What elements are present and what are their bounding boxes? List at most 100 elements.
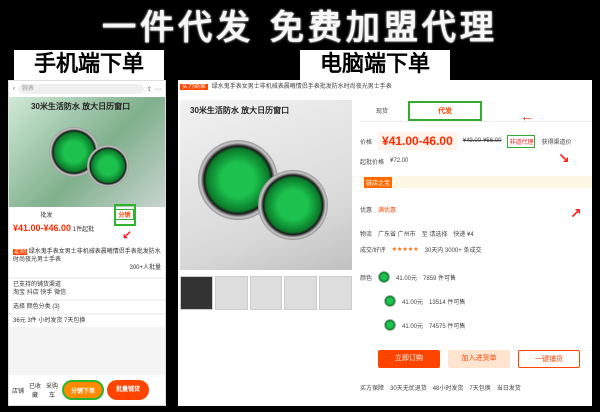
share-icon[interactable]: ⇪ — [147, 86, 152, 93]
fav-button[interactable]: 已收藏 — [28, 381, 42, 399]
back-icon[interactable]: ‹ — [13, 86, 15, 92]
order-now-button[interactable]: 立即订购 — [378, 350, 440, 368]
sku-price: 41.00元 — [402, 323, 424, 330]
sku-stock: 74575 件可售 — [429, 323, 466, 330]
watch-image — [258, 170, 328, 240]
mobile-screenshot: ‹ 腕表 ⇪ ⋯ 30米生活防水 放大日历窗口 批发 分销 ¥41.00-¥46… — [8, 80, 166, 406]
sku-row[interactable]: 41.00元 13514 件可售 — [360, 290, 592, 312]
mobile-channels: 已支持的铺货渠道 淘宝 抖店 快手 微信 — [9, 279, 165, 299]
cart-button[interactable]: 采购车 — [45, 381, 59, 399]
tab-dropship[interactable]: 代发 — [408, 100, 483, 121]
channel-taobao[interactable]: 淘宝 — [13, 290, 25, 296]
ship-label: 物流 — [360, 231, 373, 238]
mobile-sku-section[interactable]: 选择 颜色分类 (3) — [9, 301, 165, 313]
rating-label: 成交/好评 — [360, 247, 386, 254]
promo-header: 一件代发 免费加盟代理 — [0, 0, 600, 48]
agent-note: 获得渠道价 — [541, 139, 572, 146]
pc-badge: 实力商家 — [180, 84, 209, 90]
add-to-cart-button[interactable]: 加入进货单 — [448, 350, 510, 368]
service-item: 当日发货 — [496, 385, 521, 392]
pc-old-price: ¥49.00-¥56.00 — [462, 138, 502, 144]
thumbnail[interactable] — [319, 276, 352, 310]
video-thumbnail[interactable] — [180, 276, 213, 310]
highlight-box — [114, 204, 136, 226]
one-click-distribute-button[interactable]: 一键铺货 — [518, 350, 580, 368]
sku-swatch-icon — [384, 319, 396, 331]
pc-promo-row: 优惠 满优惠 — [360, 204, 592, 214]
arrow-icon: ↙ — [122, 228, 133, 242]
mobile-price: ¥41.00-¥46.00 — [13, 223, 72, 233]
channel-douyin[interactable]: 抖店 — [27, 290, 39, 296]
mobile-price-block: ¥41.00-¥46.00 1件起批 — [9, 221, 165, 247]
pc-screenshot: 实力商家 绿水鬼手表女男士非机械表晨曦情侣手表批发防水时尚夜光男士手表 30米生… — [178, 80, 592, 406]
channels-title: 已支持的铺货渠道 — [13, 282, 62, 288]
mobile-title-block: 定制 绿水鬼手表女男士非机械表晨曦情侣手表批发防水时尚夜光男士手表 300+人批… — [9, 247, 165, 277]
tab-wholesale[interactable]: 批发 — [40, 210, 52, 219]
arrow-icon: ↘ — [558, 150, 570, 166]
sku-row[interactable]: 41.00元 74575 件可售 — [360, 314, 592, 336]
mobile-tabs: 批发 分销 — [9, 207, 165, 221]
sales-count: 30天内 3000+ 条成交 — [424, 247, 482, 254]
channel-wechat[interactable]: 微信 — [54, 290, 66, 296]
pc-rating-row: 成交/好评 ★★★★★ 30天内 3000+ 条成交 — [360, 244, 592, 254]
pc-shop-bar: 链店之宝 — [360, 176, 592, 188]
min-label: 起批价格 — [360, 159, 385, 166]
pc-service-row: 买方保障 30天无忧退货 48小时发货 7天包换 当日发货 — [360, 382, 592, 392]
sku-price: 41.00元 — [396, 275, 418, 282]
rating-stars: ★★★★★ — [391, 246, 419, 253]
mobile-title: 绿水鬼手表女男士非机械表晨曦情侣手表批发防水时尚夜光男士手表 — [13, 249, 161, 263]
sku-price: 41.00元 — [402, 299, 424, 306]
sku-stock: 13514 件可售 — [429, 299, 466, 306]
min-value: ¥72.00 — [390, 158, 409, 164]
sku-stock: 7859 件可售 — [423, 275, 457, 282]
mobile-sales: 300+人批量 — [129, 265, 161, 271]
channel-kuaishou[interactable]: 快手 — [40, 290, 52, 296]
shop-button[interactable]: 店铺 — [11, 386, 25, 395]
more-icon[interactable]: ⋯ — [155, 86, 161, 93]
mobile-banner: 30米生活防水 放大日历窗口 — [31, 102, 131, 111]
mobile-bottom-bar: 店铺 已收藏 采购车 分销下单 批量铺货 — [9, 375, 165, 405]
ship-to[interactable]: 至 请选择 — [422, 229, 448, 238]
sku-swatch-icon — [384, 295, 396, 307]
price-label: 价格 — [360, 139, 373, 146]
service-label: 买方保障 — [360, 385, 385, 392]
thumbnail[interactable] — [284, 276, 318, 310]
ship-from: 广东省 广州市 — [378, 231, 416, 238]
pc-ship-row: 物流 广东省 广州市 至 请选择 快递 ¥4 — [360, 228, 592, 238]
pc-price: ¥41.00-46.00 — [378, 132, 457, 150]
service-item: 30天无忧退货 — [390, 385, 427, 392]
thumbnail[interactable] — [214, 276, 248, 310]
mobile-label: 手机端下单 — [14, 50, 164, 80]
tab-stock[interactable]: 现货 — [376, 106, 388, 115]
pc-tabs: 现货 代发 — [360, 100, 592, 122]
service-item: 48小时发货 — [432, 385, 464, 392]
sku-row[interactable]: 颜色 41.00元 7859 件可售 — [360, 266, 592, 288]
pc-product-image[interactable]: 30米生活防水 放大日历窗口 — [180, 100, 352, 270]
arrow-icon: ← — [520, 108, 534, 124]
sku-label: 颜色 — [360, 275, 373, 282]
arrow-icon: ↗ — [570, 205, 582, 221]
pc-title: 绿水鬼手表女男士非机械表晨曦情侣手表批发防水时尚夜光男士手表 — [211, 84, 392, 90]
pc-banner: 30米生活防水 放大日历窗口 — [190, 106, 290, 115]
mobile-tag: 定制 — [13, 249, 28, 255]
promo-title: 一件代发 免费加盟代理 — [102, 7, 498, 48]
pc-label: 电脑端下单 — [300, 50, 450, 80]
sku-swatch-icon — [378, 271, 391, 283]
pc-price-row: 价格 ¥41.00-46.00 ¥49.00-¥56.00 非道代理 获得渠道价 — [360, 132, 592, 150]
watch-image — [87, 145, 129, 187]
shop-name[interactable]: 链店之宝 — [364, 176, 393, 188]
service-item: 7天包换 — [469, 385, 491, 392]
agent-link[interactable]: 非道代理 — [507, 134, 536, 148]
bulk-distribute-button[interactable]: 批量铺货 — [107, 380, 149, 400]
mobile-service: 36元 3件 小时发货 7天包换 — [9, 315, 165, 327]
pc-thumbnails — [180, 276, 352, 310]
mobile-search[interactable]: 腕表 — [18, 84, 144, 94]
distribute-order-button[interactable]: 分销下单 — [62, 380, 104, 400]
mobile-top-bar: ‹ 腕表 ⇪ ⋯ — [9, 81, 165, 97]
promo-value[interactable]: 满优惠 — [378, 205, 396, 214]
ship-fee: 快递 ¥4 — [453, 231, 474, 238]
pc-title-row: 实力商家 绿水鬼手表女男士非机械表晨曦情侣手表批发防水时尚夜光男士手表 — [180, 82, 590, 92]
mobile-price-unit: 1件起批 — [72, 227, 95, 233]
mobile-product-image[interactable]: 30米生活防水 放大日历窗口 — [9, 97, 165, 207]
thumbnail[interactable] — [249, 276, 283, 310]
